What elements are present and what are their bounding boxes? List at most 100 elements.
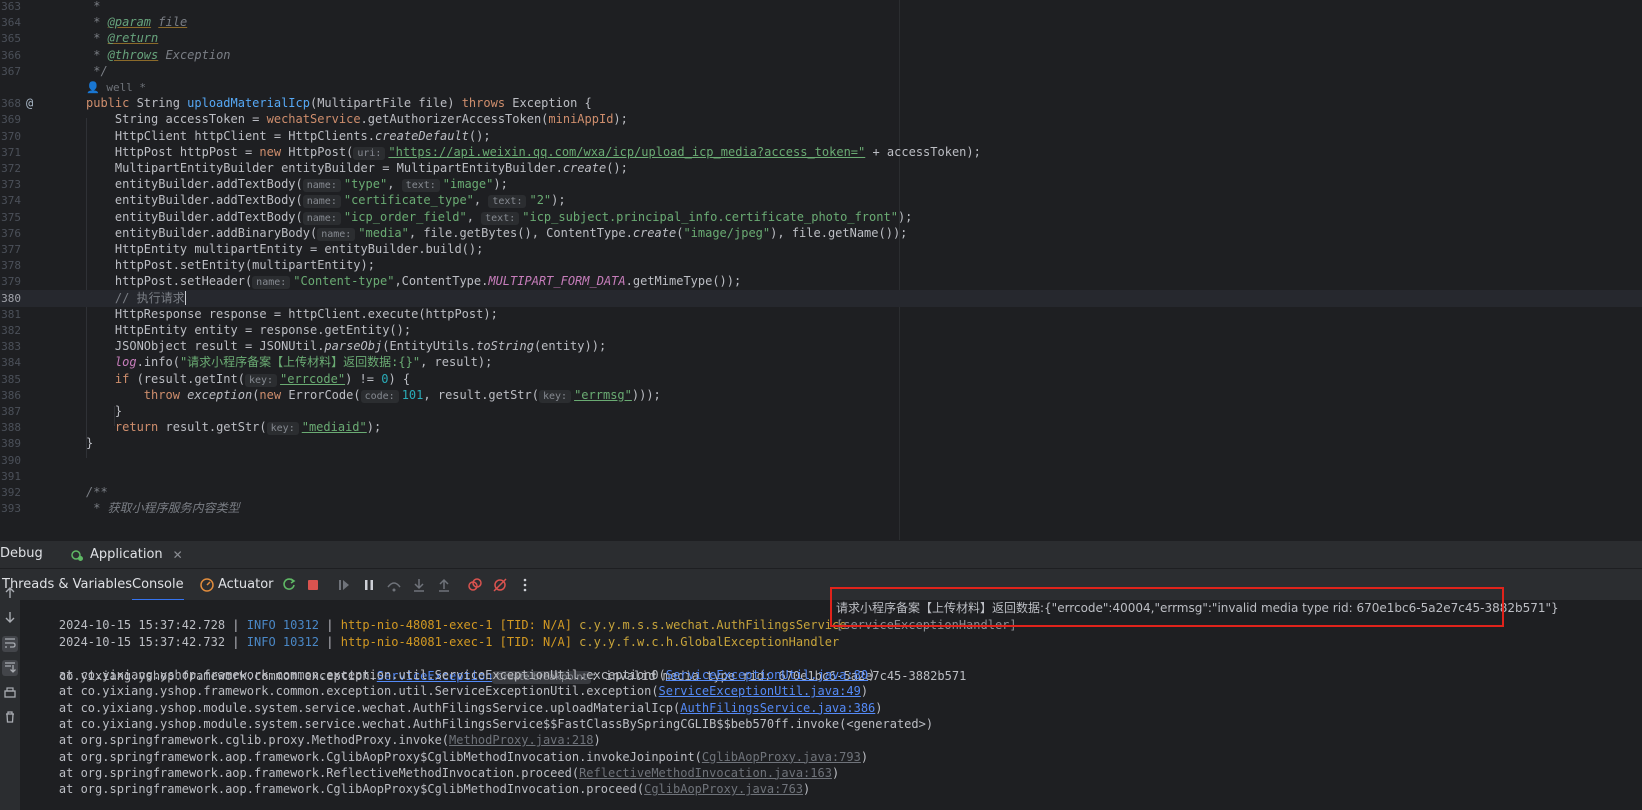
code-line[interactable]: 388 return result.getStr(key: "mediaid"); (0, 419, 1642, 436)
code-line[interactable]: 👤 well * (0, 79, 1642, 96)
code-line[interactable]: 373 entityBuilder.addTextBody(name: "type… (0, 176, 1642, 193)
line-number[interactable]: 376 (0, 225, 21, 242)
source-link[interactable]: ReflectiveMethodInvocation.java:163 (579, 766, 832, 780)
line-number[interactable]: 365 (0, 30, 21, 47)
tab-threads-variables[interactable]: Threads & Variables (2, 569, 132, 601)
line-number[interactable]: 373 (0, 176, 21, 193)
console-output[interactable]: 2024-10-15 15:37:42.728 | INFO 10312 | h… (0, 587, 1642, 810)
line-number[interactable]: 368 (0, 95, 21, 112)
source-link[interactable]: CglibAopProxy.java:763 (644, 782, 803, 796)
source-link[interactable]: ServiceExceptionUtil.java:49 (659, 684, 861, 698)
code-line[interactable]: 393 * 获取小程序服务内容类型 (0, 500, 1642, 517)
code-line[interactable]: 368 @ public String uploadMaterialIcp(Mult… (0, 95, 1642, 112)
source-link[interactable]: CglibAopProxy.java:793 (702, 750, 861, 764)
source-link[interactable]: MethodProxy.java:218 (449, 733, 594, 747)
line-number[interactable]: 389 (0, 435, 21, 452)
line-number[interactable]: 391 (0, 468, 21, 485)
code-line[interactable]: 391 (0, 468, 1642, 485)
code-line[interactable]: 390 (0, 452, 1642, 469)
code-line[interactable]: 382 HttpEntity entity = response.getEnti… (0, 322, 1642, 339)
line-number[interactable]: 386 (0, 387, 21, 404)
code-line[interactable]: 376 entityBuilder.addBinaryBody(name: "me… (0, 225, 1642, 242)
code-line[interactable]: 372 MultipartEntityBuilder entityBuilder… (0, 160, 1642, 177)
code-line[interactable]: 389} (0, 435, 1642, 452)
code-line[interactable]: 380 // 执行请求 (0, 289, 1642, 307)
line-number[interactable]: 392 (0, 484, 21, 501)
line-number[interactable]: 383 (0, 338, 21, 355)
code-text: entityBuilder.addTextBody(name: "certific… (86, 193, 566, 209)
source-link[interactable]: ServiceExceptionUtil.java:80 (666, 668, 868, 682)
code-line[interactable]: 386 throw exception(new ErrorCode(code: 1… (0, 387, 1642, 404)
tab-application[interactable]: Application ✕ (64, 541, 189, 568)
soft-wrap-icon[interactable] (2, 636, 18, 652)
more-options-icon[interactable] (517, 577, 533, 593)
line-number[interactable]: 374 (0, 192, 21, 209)
line-number[interactable]: 379 (0, 273, 21, 290)
line-number[interactable]: 372 (0, 160, 21, 177)
view-breakpoints-icon[interactable] (467, 577, 483, 593)
line-number[interactable]: 390 (0, 452, 21, 469)
line-number[interactable]: 385 (0, 371, 21, 388)
code-line[interactable]: 377 HttpEntity multipartEntity = entityB… (0, 241, 1642, 258)
code-line[interactable]: 365 * @return (0, 30, 1642, 47)
line-number[interactable]: 369 (0, 111, 21, 128)
line-number[interactable]: 388 (0, 419, 21, 436)
line-number[interactable]: 382 (0, 322, 21, 339)
step-out-icon[interactable] (436, 577, 452, 593)
stack-frame-text: at co.yixiang.yshop.framework.common.exc… (30, 668, 666, 682)
code-line[interactable]: 392 /** (0, 484, 1642, 501)
source-link[interactable]: AuthFilingsService.java:386 (680, 701, 875, 715)
line-number[interactable]: 378 (0, 257, 21, 274)
line-number[interactable]: 377 (0, 241, 21, 258)
code-line[interactable]: 379 httpPost.setHeader(name: "Content-typ… (0, 273, 1642, 290)
stop-icon[interactable] (305, 577, 321, 593)
line-number[interactable]: 367 (0, 63, 21, 80)
clear-all-icon[interactable] (2, 710, 18, 726)
code-line[interactable]: 363 * (0, 0, 1642, 15)
code-line[interactable]: 375 entityBuilder.addTextBody(name: "icp_… (0, 209, 1642, 226)
code-line[interactable]: 387 } (0, 403, 1642, 420)
code-editor[interactable]: 363 * 364 * @param file 365 * @return 366 *… (0, 0, 1642, 540)
code-text: httpPost.setEntity(multipartEntity); (86, 258, 375, 273)
scroll-down-icon[interactable] (2, 610, 18, 626)
line-number[interactable]: 370 (0, 128, 21, 145)
code-line[interactable]: 384 log.info("请求小程序备案【上传材料】返回数据:{}", res… (0, 354, 1642, 371)
line-number[interactable]: 387 (0, 403, 21, 420)
pause-icon[interactable] (361, 577, 377, 593)
line-number[interactable]: 380 (0, 290, 21, 307)
code-line[interactable]: 371 HttpPost httpPost = new HttpPost(uri… (0, 144, 1642, 161)
code-line[interactable]: 381 HttpResponse response = httpClient.e… (0, 306, 1642, 323)
line-number[interactable]: 393 (0, 500, 21, 517)
code-line[interactable]: 369 String accessToken = wechatService.g… (0, 111, 1642, 128)
line-number[interactable]: 363 (0, 0, 21, 15)
step-over-icon[interactable] (386, 577, 402, 593)
line-number[interactable]: 384 (0, 354, 21, 371)
line-number[interactable]: 371 (0, 144, 21, 161)
code-line[interactable]: 370 HttpClient httpClient = HttpClients.… (0, 128, 1642, 145)
line-number[interactable]: 366 (0, 47, 21, 64)
print-icon[interactable] (2, 686, 18, 702)
line-number[interactable]: 381 (0, 306, 21, 323)
line-number[interactable]: 375 (0, 209, 21, 226)
mute-breakpoints-icon[interactable] (492, 577, 508, 593)
code-line[interactable]: 364 * @param file (0, 14, 1642, 31)
code-line[interactable]: 374 entityBuilder.addTextBody(name: "cert… (0, 192, 1642, 209)
code-line[interactable]: 383 JSONObject result = JSONUtil.parseOb… (0, 338, 1642, 355)
resume-icon[interactable] (336, 577, 352, 593)
stack-frame: at org.springframework.aop.framework.Ref… (30, 765, 840, 780)
scroll-to-end-icon[interactable] (2, 660, 18, 676)
code-line[interactable]: 366 * @throws Exception (0, 47, 1642, 64)
tab-console[interactable]: Console (132, 569, 184, 601)
close-icon[interactable]: ✕ (173, 548, 183, 562)
tab-actuator[interactable]: Actuator (218, 569, 274, 601)
step-into-icon[interactable] (411, 577, 427, 593)
code-line[interactable]: 385 if (result.getInt(key: "errcode") != … (0, 371, 1642, 388)
code-text: public String uploadMaterialIcp(Multipar… (86, 96, 592, 111)
code-line[interactable]: 367 */ (0, 63, 1642, 80)
scroll-up-icon[interactable] (2, 586, 18, 602)
code-text: JSONObject result = JSONUtil.parseObj(En… (86, 339, 607, 354)
line-number[interactable]: 364 (0, 14, 21, 31)
rerun-icon[interactable] (281, 577, 297, 593)
override-gutter-icon[interactable]: @ (26, 95, 33, 112)
code-line[interactable]: 378 httpPost.setEntity(multipartEntity); (0, 257, 1642, 274)
